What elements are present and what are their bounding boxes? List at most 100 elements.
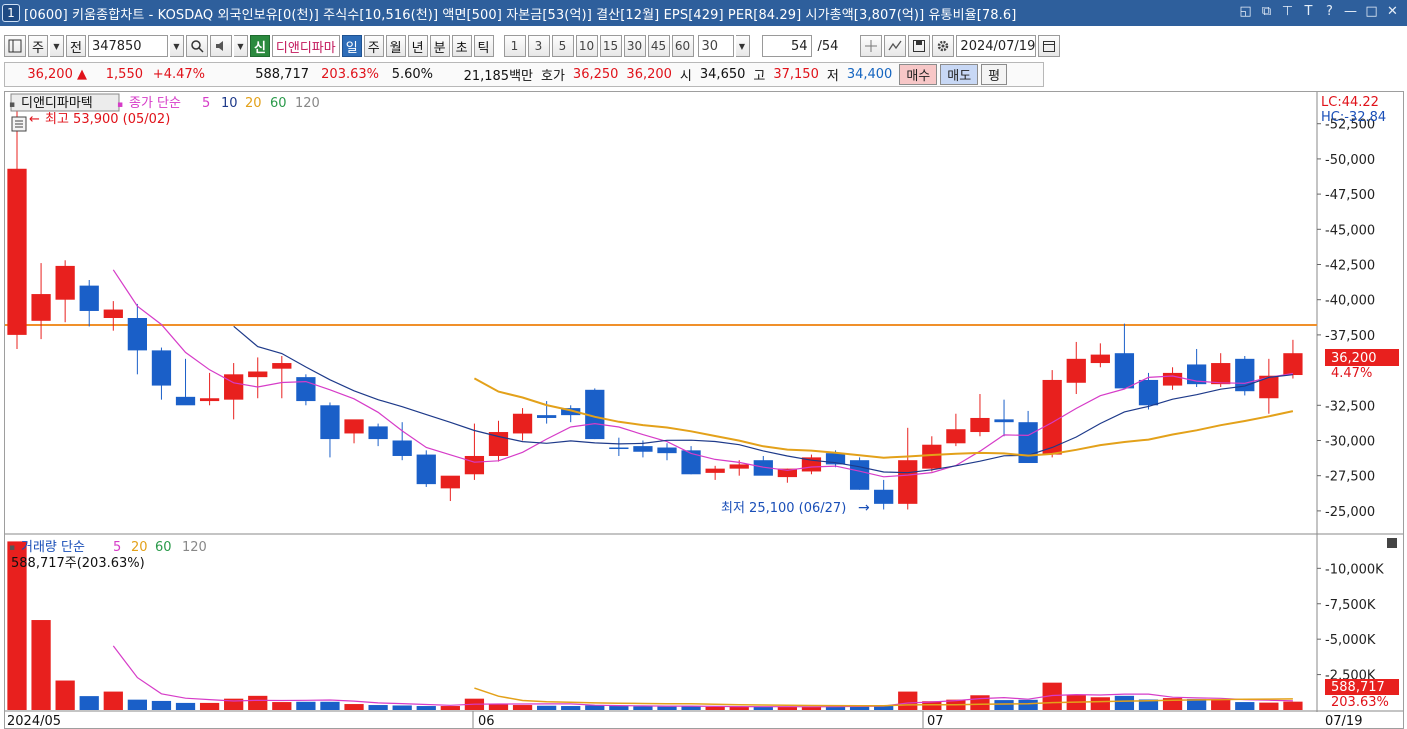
font-icon[interactable]: T <box>1300 3 1317 21</box>
date-input[interactable]: 2024/07/19 <box>956 35 1037 57</box>
interval-45[interactable]: 45 <box>647 35 670 57</box>
evaluate-button[interactable]: 평 <box>981 64 1008 85</box>
sell-button[interactable]: 매도 <box>940 64 979 85</box>
sound-dropdown-icon[interactable]: ▼ <box>233 35 248 57</box>
candle-body <box>1211 363 1231 385</box>
low-arrow-icon: → <box>858 500 870 516</box>
gear-icon[interactable] <box>932 35 955 57</box>
interval-30[interactable]: 30 <box>623 35 646 57</box>
lc-value: LC:44.22 <box>1321 95 1379 110</box>
interval-60[interactable]: 60 <box>671 35 694 57</box>
candle-body <box>1114 353 1135 389</box>
open-label: 시 <box>679 69 692 84</box>
candle-body <box>79 285 99 311</box>
tile-window-icon[interactable]: ⧉ <box>1258 3 1275 21</box>
ma-legend-title[interactable]: 종가 단순 <box>129 96 181 111</box>
candle-body <box>175 396 196 406</box>
period-select[interactable]: 주 <box>28 35 48 57</box>
chart-canvas[interactable]: -52,500-50,000-47,500-45,000-42,500-40,0… <box>5 92 1403 729</box>
tab-second[interactable]: 초 <box>451 35 472 57</box>
price-tick-label: -45,000 <box>1325 223 1375 238</box>
vol-legend-5[interactable]: 5 <box>113 540 121 555</box>
price-tick-label: -47,500 <box>1325 188 1375 203</box>
custom-interval-dropdown-icon[interactable]: ▼ <box>735 35 750 57</box>
interval-15[interactable]: 15 <box>599 35 622 57</box>
vol-legend-60[interactable]: 60 <box>155 540 172 555</box>
candle-body <box>248 371 268 378</box>
interval-10[interactable]: 10 <box>575 35 598 57</box>
price-legend-name[interactable]: 디앤디파마텍 <box>21 96 93 111</box>
minimize-icon[interactable]: — <box>1342 3 1359 21</box>
window-number-badge[interactable]: 1 <box>2 4 20 22</box>
x-label-july: 07 <box>927 714 944 728</box>
low-label: 저 <box>826 69 839 84</box>
low-marker-label: 최저 25,100 (06/27) <box>721 501 846 516</box>
tab-yearly[interactable]: 년 <box>407 35 428 57</box>
volume-bar <box>175 702 196 710</box>
price-tick-label: -42,500 <box>1325 259 1375 274</box>
ma-legend-60[interactable]: 60 <box>270 96 287 111</box>
candle-body <box>874 489 894 504</box>
volume-bars <box>7 541 1303 710</box>
restore-layout-icon[interactable]: ◱ <box>1237 3 1254 21</box>
page-current-input[interactable]: 54 <box>761 35 812 57</box>
candlesticks <box>7 104 1303 510</box>
calendar-icon[interactable] <box>1038 35 1061 57</box>
volume-legend-name[interactable]: 거래량 단순 <box>21 540 85 555</box>
candle-body <box>368 426 388 440</box>
volume-bar <box>1114 695 1135 710</box>
crosshair-icon[interactable] <box>860 35 883 57</box>
chevron-down-icon[interactable]: ▼ <box>49 35 64 57</box>
trend-tool-icon[interactable] <box>884 35 907 57</box>
ma-legend-20[interactable]: 20 <box>245 96 262 111</box>
candle-body <box>1066 358 1086 383</box>
custom-interval-input[interactable]: 30 <box>697 35 734 57</box>
tab-tick[interactable]: 틱 <box>473 35 494 57</box>
layout-icon[interactable] <box>4 35 26 57</box>
volume-bar <box>1211 699 1231 710</box>
stock-code-dropdown-icon[interactable]: ▼ <box>169 35 184 57</box>
volume-bar <box>1235 702 1255 710</box>
stock-code-input[interactable]: 347850 <box>87 35 168 57</box>
up-arrow-icon: ▲ <box>77 67 87 82</box>
volume-tag-pct: 203.63% <box>1331 695 1389 710</box>
buy-button[interactable]: 매수 <box>899 64 938 85</box>
volume-bar <box>272 702 292 710</box>
maximize-icon[interactable]: □ <box>1363 3 1380 21</box>
quote-bar: 36,200 ▲ 1,550 +4.47% 588,717 203.63% 5.… <box>4 62 1044 87</box>
chart-area[interactable]: -52,500 -50,000 -47,500 -45,000 -42,500 -40,0… <box>4 91 1404 729</box>
volume-bar <box>320 701 340 710</box>
prev-button[interactable]: 전 <box>65 35 86 57</box>
tab-weekly[interactable]: 주 <box>363 35 384 57</box>
tab-monthly[interactable]: 월 <box>385 35 406 57</box>
pin-icon[interactable]: ⊤ <box>1279 3 1296 21</box>
interval-1[interactable]: 1 <box>503 35 526 57</box>
volume-bar <box>609 706 629 710</box>
candle-body <box>440 475 460 489</box>
help-icon[interactable]: ? <box>1321 3 1338 21</box>
save-icon[interactable] <box>908 35 931 57</box>
sound-icon[interactable] <box>209 35 232 57</box>
price-tick-label: -27,500 <box>1325 470 1375 485</box>
close-icon[interactable]: ✕ <box>1384 3 1401 21</box>
volume-bar <box>633 706 653 710</box>
volume-tick-label: -7,500K <box>1325 598 1376 613</box>
tab-minute[interactable]: 분 <box>429 35 450 57</box>
interval-3[interactable]: 3 <box>527 35 550 57</box>
candle-body <box>970 417 990 433</box>
tab-daily[interactable]: 일 <box>341 35 362 57</box>
vol-legend-20[interactable]: 20 <box>131 540 148 555</box>
high-marker-label: 최고 53,900 (05/02) <box>45 112 170 127</box>
volume-pane-close-icon[interactable] <box>1387 538 1397 548</box>
ma-legend-5[interactable]: 5 <box>202 96 210 111</box>
ma-legend-120[interactable]: 120 <box>295 96 320 111</box>
candle-body <box>1090 354 1110 364</box>
search-icon[interactable] <box>185 35 208 57</box>
volume-bar <box>440 706 460 710</box>
interval-5[interactable]: 5 <box>551 35 574 57</box>
volume-bar <box>561 706 581 710</box>
ma-legend-10[interactable]: 10 <box>221 96 238 111</box>
vol-legend-120[interactable]: 120 <box>182 540 207 555</box>
x-label-end: 07/19 <box>1325 714 1362 728</box>
title-bar: 1 [0600] 키움종합차트 - KOSDAQ 외국인보유[0(천)] 주식수… <box>0 0 1407 26</box>
